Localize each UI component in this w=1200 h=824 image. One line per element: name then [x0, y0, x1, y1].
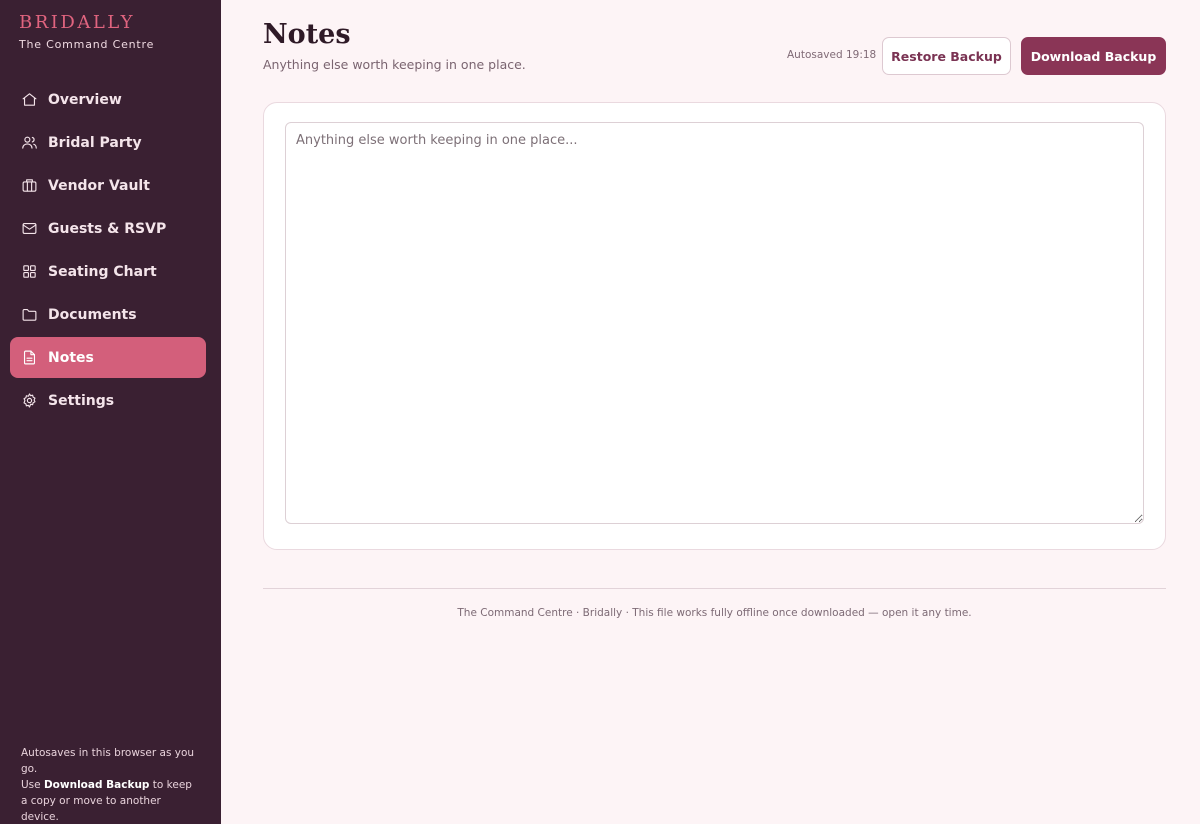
grid-icon	[20, 263, 38, 281]
autosave-status: Autosaved 19:18	[787, 49, 877, 61]
sidebar-item-seating-chart[interactable]: Seating Chart	[10, 251, 206, 292]
brand: BRIDALLY The Command Centre	[19, 12, 154, 51]
sidebar-item-label: Overview	[48, 91, 122, 108]
sidebar-item-settings[interactable]: Settings	[10, 380, 206, 421]
sidebar-footer-line1: Autosaves in this browser as you go.	[21, 747, 195, 775]
notes-textarea[interactable]	[285, 122, 1144, 524]
home-icon	[20, 91, 38, 109]
sidebar-item-label: Settings	[48, 392, 115, 409]
sidebar-item-label: Bridal Party	[48, 134, 142, 151]
sidebar-item-bridal-party[interactable]: Bridal Party	[10, 122, 206, 163]
brand-name: BRIDALLY	[19, 12, 135, 33]
sidebar-item-label: Guests & RSVP	[48, 220, 167, 237]
sidebar-item-label: Vendor Vault	[48, 177, 150, 194]
download-backup-button[interactable]: Download Backup	[1021, 37, 1166, 75]
footer-text: The Command Centre · Bridally · This fil…	[457, 607, 972, 619]
sidebar-item-vendor-vault[interactable]: Vendor Vault	[10, 165, 206, 206]
file-text-icon	[20, 349, 38, 367]
folder-icon	[20, 306, 38, 324]
sidebar-footer-note: Autosaves in this browser as you go. Use…	[21, 745, 201, 824]
sidebar-item-label: Documents	[48, 306, 137, 323]
sidebar-footer-prefix: Use	[21, 779, 44, 791]
page-subtitle: Anything else worth keeping in one place…	[263, 57, 526, 72]
mail-icon	[20, 220, 38, 238]
sidebar-item-label: Seating Chart	[48, 263, 157, 280]
page-title: Notes	[263, 19, 351, 50]
brand-subtitle: The Command Centre	[19, 38, 155, 51]
briefcase-icon	[20, 177, 38, 195]
main-content: Notes Anything else worth keeping in one…	[221, 0, 1200, 824]
sidebar-item-guests-rsvp[interactable]: Guests & RSVP	[10, 208, 206, 249]
sidebar-nav: Overview Bridal Party Vendor Vault Guest…	[10, 79, 206, 423]
sidebar: BRIDALLY The Command Centre Overview Bri…	[0, 0, 221, 824]
notes-card	[263, 102, 1166, 550]
restore-backup-button[interactable]: Restore Backup	[882, 37, 1011, 75]
sidebar-item-notes[interactable]: Notes	[10, 337, 206, 378]
gear-icon	[20, 392, 38, 410]
sidebar-item-label: Notes	[48, 349, 94, 366]
users-icon	[20, 134, 38, 152]
sidebar-item-documents[interactable]: Documents	[10, 294, 206, 335]
sidebar-item-overview[interactable]: Overview	[10, 79, 206, 120]
sidebar-footer-bold: Download Backup	[43, 779, 150, 791]
footer-divider	[263, 588, 1166, 589]
